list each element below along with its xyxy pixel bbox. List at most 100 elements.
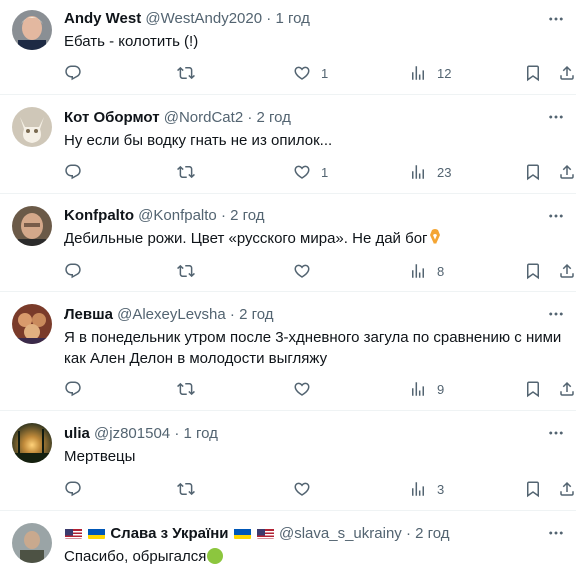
share-button[interactable] [558,478,576,500]
views-button[interactable]: 9 [409,378,444,400]
tweet-header: Konfpalto @Konfpalto · 2 год [64,206,265,226]
tweet-6[interactable]: Слава з України @slava_s_ukrainy · 2 год… [0,511,576,572]
retweet-button[interactable] [177,260,205,282]
reply-icon [64,64,82,82]
like-icon [293,380,311,398]
more-icon[interactable] [546,424,566,442]
tweet-text: Ну если бы водку гнать не из опилок... [64,132,333,149]
us-flag-icon [256,527,274,539]
ribbon-emoji-icon [428,229,442,247]
more-icon[interactable] [546,108,566,126]
views-icon [409,262,427,280]
avatar[interactable] [12,304,52,344]
author-handle[interactable]: @slava_s_ukrainy [279,525,402,542]
timestamp[interactable]: 2 год [257,109,291,126]
retweet-icon [177,64,195,82]
avatar[interactable] [12,107,52,147]
action-bar: 8 [64,260,576,282]
share-button[interactable] [558,378,576,400]
views-icon [409,380,427,398]
tweet-2[interactable]: Кот Обормот @NordCat2 · 2 год Ну если бы… [0,95,576,194]
like-button[interactable]: 1 [293,161,328,183]
share-icon [558,163,576,181]
author-name[interactable]: Konfpalto [64,207,134,224]
retweet-button[interactable] [177,378,205,400]
share-icon [558,262,576,280]
views-count: 3 [437,481,445,497]
like-button[interactable] [293,478,321,500]
tweet-1[interactable]: Andy West @WestAndy2020 · 1 год Ебать - … [0,0,576,95]
views-button[interactable]: 3 [409,478,444,500]
like-count: 1 [321,164,329,180]
author-name[interactable]: ulia [64,425,90,442]
reply-button[interactable] [64,260,92,282]
more-icon[interactable] [546,524,566,542]
reply-button[interactable] [64,478,92,500]
author-handle[interactable]: @AlexeyLevsha [117,306,226,323]
reply-icon [64,262,82,280]
retweet-icon [177,480,195,498]
author-handle[interactable]: @NordCat2 [164,109,243,126]
timestamp[interactable]: 1 год [275,10,309,27]
views-button[interactable]: 12 [409,62,451,84]
avatar[interactable] [12,10,52,50]
bookmark-icon [524,380,542,398]
avatar[interactable] [12,423,52,463]
share-icon [558,480,576,498]
bookmark-button[interactable] [524,378,542,400]
author-name[interactable]: Левша [64,306,113,323]
tweet-3[interactable]: Konfpalto @Konfpalto · 2 год Дебильные р… [0,194,576,292]
timestamp[interactable]: 2 год [230,207,264,224]
timestamp[interactable]: 2 год [239,306,273,323]
bookmark-button[interactable] [524,260,542,282]
tweet-5[interactable]: ulia @jz801504 · 1 год Мертвецы 3 [0,411,576,511]
like-button[interactable]: 1 [293,62,328,84]
views-icon [409,480,427,498]
more-icon[interactable] [546,10,566,28]
bookmark-icon [524,480,542,498]
avatar[interactable] [12,206,52,246]
bookmark-icon [524,262,542,280]
share-button[interactable] [558,161,576,183]
views-count: 23 [437,164,452,180]
author-name[interactable]: Кот Обормот [64,109,160,126]
tweet-text: Я в понедельник утром после 3-хдневного … [64,329,562,367]
share-button[interactable] [558,62,576,84]
reply-icon [64,380,82,398]
more-icon[interactable] [546,207,566,225]
tweet-4[interactable]: Левша @AlexeyLevsha · 2 год Я в понедель… [0,292,576,411]
reply-button[interactable] [64,62,92,84]
reply-button[interactable] [64,161,92,183]
retweet-icon [177,262,195,280]
bookmark-button[interactable] [524,478,542,500]
tweet-text: Мертвецы [64,448,136,465]
action-bar: 1 23 [64,161,576,183]
like-button[interactable] [293,378,321,400]
author-handle[interactable]: @Konfpalto [138,207,217,224]
views-button[interactable]: 8 [409,260,444,282]
author-name[interactable]: Слава з України [110,525,228,542]
reply-button[interactable] [64,378,92,400]
us-flag-icon [65,527,82,539]
action-bar: 1 12 [64,62,576,84]
avatar[interactable] [12,523,52,563]
timestamp[interactable]: 2 год [415,525,449,542]
like-button[interactable] [293,260,321,282]
retweet-button[interactable] [177,161,205,183]
share-button[interactable] [558,260,576,282]
retweet-button[interactable] [177,478,205,500]
author-name[interactable]: Andy West [64,10,141,27]
views-button[interactable]: 23 [409,161,451,183]
reply-icon [64,480,82,498]
separator-dot: · [229,306,235,323]
bookmark-icon [524,163,542,181]
bookmark-button[interactable] [524,62,542,84]
timestamp[interactable]: 1 год [183,425,217,442]
views-icon [409,163,427,181]
more-icon[interactable] [546,305,566,323]
tweet-text: Ебать - колотить (!) [64,33,199,50]
retweet-button[interactable] [177,62,205,84]
author-handle[interactable]: @WestAndy2020 [145,10,262,27]
author-handle[interactable]: @jz801504 [94,425,170,442]
bookmark-button[interactable] [524,161,542,183]
